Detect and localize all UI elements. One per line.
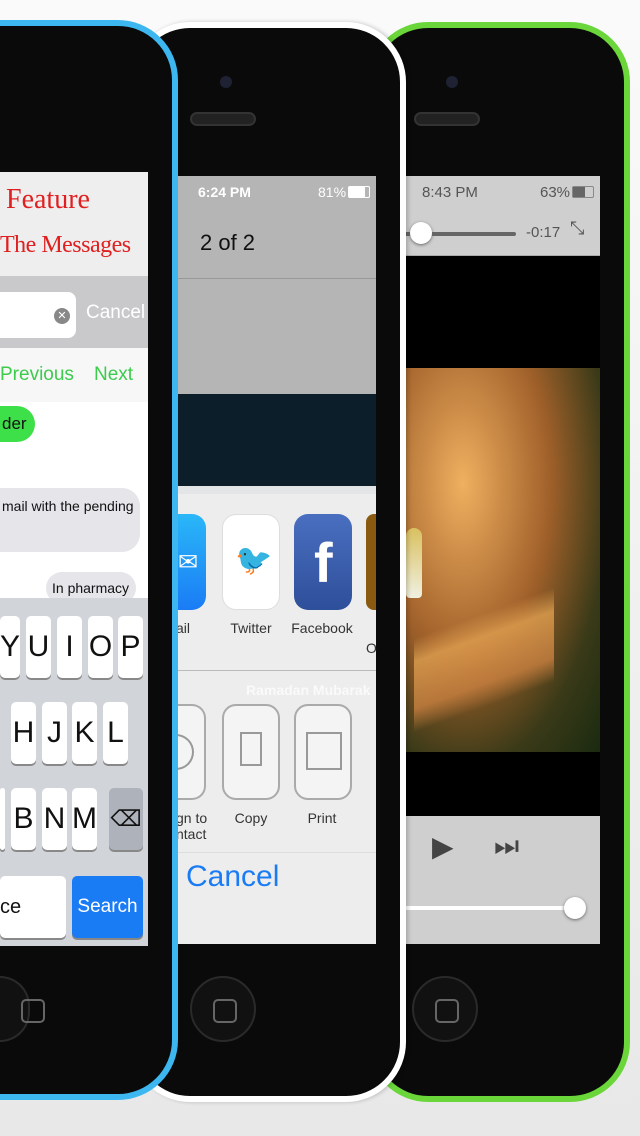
speaker [190, 112, 256, 126]
video-frame[interactable] [404, 368, 600, 752]
key[interactable]: P [118, 616, 143, 678]
speaker [414, 112, 480, 126]
share-label: O [366, 640, 377, 656]
image-caption: Ramadan Mubarak [246, 682, 371, 698]
contact-icon [176, 734, 194, 770]
key[interactable] [0, 788, 5, 850]
banner-line: Feature [6, 184, 90, 215]
key[interactable]: K [72, 702, 97, 764]
volume-thumb[interactable] [564, 897, 586, 919]
action-copy[interactable] [222, 704, 280, 800]
key[interactable]: N [42, 788, 67, 850]
middle-screen: 6:24 PM 81% 2 of 2 ✉ 🐦 f ail Twitter Fac… [176, 176, 377, 944]
play-button[interactable]: ▶ [432, 830, 454, 863]
facebook-icon: f [314, 531, 333, 594]
share-other[interactable] [366, 514, 376, 610]
print-icon [306, 732, 342, 770]
key[interactable]: Y [0, 616, 20, 678]
keyboard: Y U I O P H J K L B N M ⌫ ce Search [0, 598, 148, 946]
battery-icon [572, 186, 594, 198]
time-remaining: -0:17 [526, 224, 561, 241]
copy-icon [240, 732, 262, 766]
home-button[interactable] [0, 976, 45, 1042]
key[interactable]: M [72, 788, 97, 850]
home-button[interactable] [190, 976, 256, 1042]
search-key[interactable]: Search [72, 876, 143, 938]
status-time: 8:43 PM [422, 184, 478, 201]
share-mail[interactable]: ✉ [176, 514, 206, 610]
next-button[interactable]: Next [94, 364, 133, 386]
right-screen: 8:43 PM 63% -0:17 ⤡ ▶ ⏭ [404, 176, 600, 944]
left-screen: Feature The Messages ✕ Cancel Previous N… [0, 172, 148, 946]
greeting-image [176, 394, 376, 494]
scrubber-thumb[interactable] [410, 222, 432, 244]
delete-key[interactable]: ⌫ [109, 788, 143, 850]
key[interactable]: J [42, 702, 67, 764]
action-label: gn to ntact [176, 810, 208, 842]
status-time: 6:24 PM [198, 184, 251, 200]
cancel-button[interactable]: Cancel [186, 860, 279, 894]
battery-icon [348, 186, 370, 198]
volume-slider[interactable] [404, 906, 574, 910]
status-battery: 63% [540, 184, 571, 201]
status-battery: 81% [318, 184, 347, 200]
message-bubble[interactable]: der [0, 406, 35, 442]
mail-icon: ✉ [178, 549, 199, 576]
twitter-icon: 🐦 [235, 544, 273, 577]
share-label: ail [176, 620, 191, 636]
share-label: Twitter [230, 620, 272, 636]
message-bubble[interactable]: mail with the pending [0, 488, 140, 552]
share-facebook[interactable]: f [294, 514, 352, 610]
share-sheet: ✉ 🐦 f ail Twitter Facebook O Ramadan Mub… [176, 486, 377, 944]
page-title: 2 of 2 [200, 230, 256, 255]
action-print[interactable] [294, 704, 352, 800]
action-assign-contact[interactable] [176, 704, 206, 800]
fullscreen-icon[interactable]: ⤡ [570, 218, 584, 239]
action-label: Print [307, 810, 337, 826]
key[interactable]: B [11, 788, 36, 850]
camera [446, 76, 458, 88]
banner-line: The Messages [0, 232, 131, 258]
home-button[interactable] [412, 976, 478, 1042]
share-twitter[interactable]: 🐦 [222, 514, 280, 610]
clear-search-icon[interactable]: ✕ [54, 308, 70, 324]
next-track-button[interactable]: ⏭ [494, 830, 519, 863]
key[interactable]: L [103, 702, 128, 764]
key[interactable]: I [57, 616, 82, 678]
key[interactable]: O [88, 616, 113, 678]
previous-button[interactable]: Previous [0, 364, 74, 386]
camera [220, 76, 232, 88]
search-cancel-button[interactable]: Cancel [86, 302, 145, 324]
key[interactable]: U [26, 616, 51, 678]
share-label: Facebook [291, 620, 353, 636]
backspace-icon: ⌫ [110, 806, 142, 831]
space-key[interactable]: ce [0, 876, 66, 938]
key[interactable]: H [11, 702, 36, 764]
lantern-icon [406, 528, 422, 598]
action-label: Copy [234, 810, 268, 826]
